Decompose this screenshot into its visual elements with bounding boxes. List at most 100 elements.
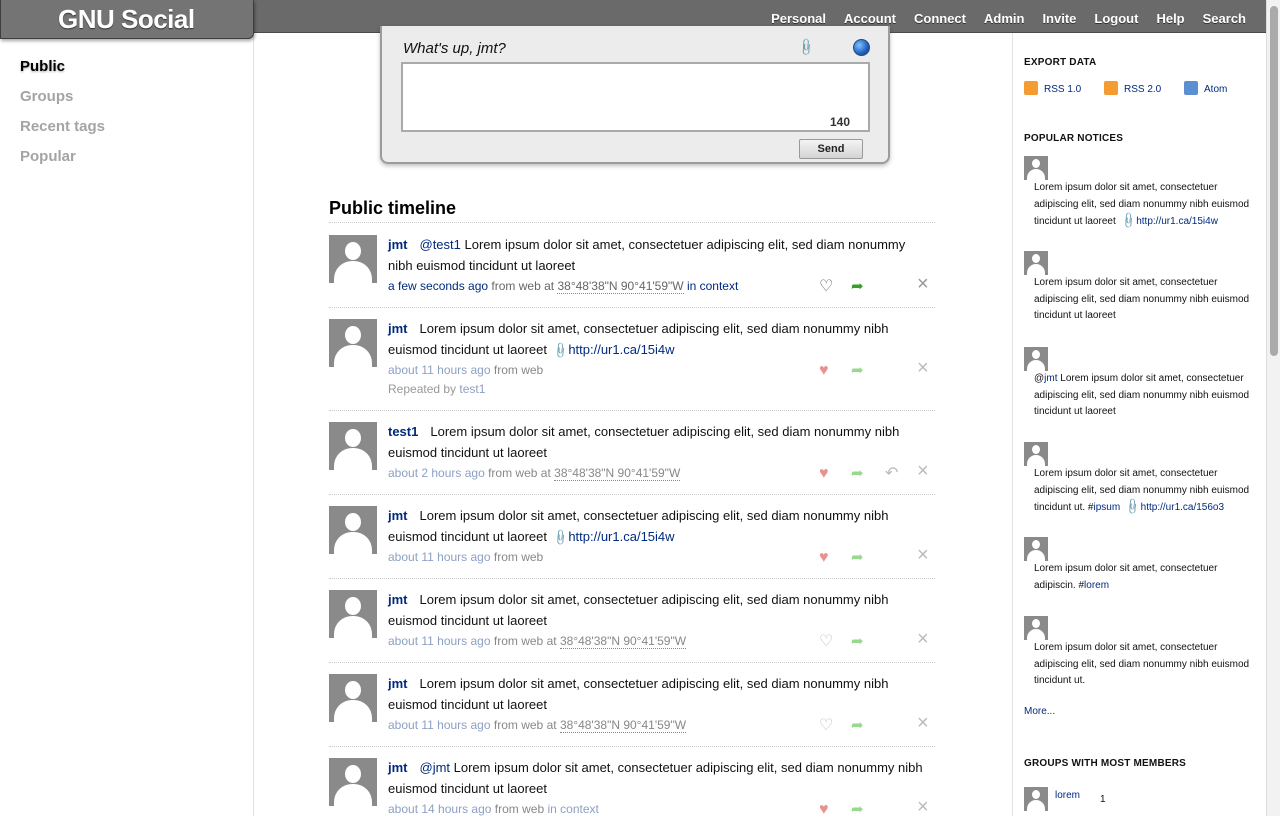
repeat-icon[interactable]: ➦ <box>851 718 864 734</box>
sidebar-item-public[interactable]: Public <box>20 58 65 75</box>
avatar[interactable] <box>1024 537 1048 561</box>
repeat-icon[interactable]: ➦ <box>851 550 864 566</box>
avatar[interactable] <box>1024 251 1048 275</box>
avatar[interactable] <box>329 319 377 367</box>
repeat-icon[interactable]: ➦ <box>851 634 864 650</box>
avatar[interactable] <box>1024 616 1048 640</box>
notice-author[interactable]: jmt <box>388 508 408 523</box>
nav-admin[interactable]: Admin <box>984 11 1024 26</box>
scrollbar[interactable] <box>1266 0 1280 816</box>
context-link[interactable]: in context <box>687 279 738 293</box>
popular-link[interactable]: http://ur1.ca/156o3 <box>1141 502 1224 513</box>
repeat-icon[interactable]: ➦ <box>851 279 864 295</box>
paperclip-icon[interactable]: 📎 <box>796 37 816 57</box>
notice-content: jmt Lorem ipsum dolor sit amet, consectet… <box>388 590 928 631</box>
geo-location[interactable]: 38°48'38"N 90°41'59"W <box>557 279 684 294</box>
paperclip-icon: 📎 <box>1122 497 1142 517</box>
send-button[interactable]: Send <box>799 139 863 159</box>
reply-icon[interactable]: ↶ <box>885 466 898 482</box>
delete-icon[interactable]: × <box>917 713 929 733</box>
delete-icon[interactable]: × <box>917 358 929 378</box>
nav-help[interactable]: Help <box>1156 11 1184 26</box>
sidebar-item-groups[interactable]: Groups <box>20 88 73 105</box>
avatar[interactable] <box>329 422 377 470</box>
feed-rss1-link[interactable]: RSS 1.0 <box>1044 84 1081 95</box>
mention-link[interactable]: jmt <box>1044 373 1057 384</box>
timestamp-link[interactable]: a few seconds ago <box>388 279 488 293</box>
delete-icon[interactable]: × <box>917 274 929 294</box>
nav-personal[interactable]: Personal <box>771 11 826 26</box>
nav-search[interactable]: Search <box>1203 11 1246 26</box>
notice-link[interactable]: http://ur1.ca/15i4w <box>568 529 674 544</box>
avatar[interactable] <box>329 506 377 554</box>
timestamp-link[interactable]: about 11 hours ago <box>388 718 491 732</box>
delete-icon[interactable]: × <box>917 461 929 481</box>
hashtag-link[interactable]: lorem <box>1084 580 1109 591</box>
notice-author[interactable]: jmt <box>388 237 408 252</box>
feed-atom-link[interactable]: Atom <box>1204 84 1227 95</box>
favorite-icon[interactable]: ♥ <box>819 363 829 379</box>
feed-rss2-link[interactable]: RSS 2.0 <box>1124 84 1161 95</box>
avatar[interactable] <box>1024 347 1048 371</box>
group-name[interactable]: lorem <box>1055 790 1080 801</box>
notice-author[interactable]: jmt <box>388 760 408 775</box>
avatar[interactable] <box>1024 156 1048 180</box>
globe-icon[interactable] <box>853 39 870 56</box>
repeat-icon[interactable]: ➦ <box>851 363 864 379</box>
sidebar-item-popular[interactable]: Popular <box>20 148 76 165</box>
notice-author[interactable]: jmt <box>388 592 408 607</box>
delete-icon[interactable]: × <box>917 545 929 565</box>
notice-prompt: What's up, jmt? <box>403 40 506 57</box>
avatar[interactable] <box>329 235 377 283</box>
favorite-icon[interactable]: ♥ <box>819 550 829 566</box>
avatar[interactable] <box>1024 787 1048 811</box>
timestamp-link[interactable]: about 2 hours ago <box>388 466 485 480</box>
hashtag-link[interactable]: ipsum <box>1093 502 1120 513</box>
feed-atom[interactable]: Atom <box>1184 81 1227 95</box>
popular-notice-text: Lorem ipsum dolor sit amet, consectetuer… <box>1034 561 1259 594</box>
timestamp-link[interactable]: about 11 hours ago <box>388 363 491 377</box>
sidebar-item-recent-tags[interactable]: Recent tags <box>20 118 105 135</box>
geo-location[interactable]: 38°48'38"N 90°41'59"W <box>559 718 687 733</box>
timestamp-link[interactable]: about 14 hours ago <box>388 802 491 816</box>
geo-location[interactable]: 38°48'38"N 90°41'59"W <box>559 634 687 649</box>
repeat-icon[interactable]: ➦ <box>851 466 864 482</box>
avatar[interactable] <box>329 758 377 806</box>
notice-content: jmt Lorem ipsum dolor sit amet, consectet… <box>388 674 928 715</box>
scroll-thumb[interactable] <box>1270 6 1278 356</box>
delete-icon[interactable]: × <box>917 797 929 817</box>
notice-author[interactable]: test1 <box>388 424 418 439</box>
favorite-icon[interactable]: ♡ <box>819 634 833 650</box>
notice-link[interactable]: http://ur1.ca/15i4w <box>568 342 674 357</box>
notice-source: from web <box>493 363 544 377</box>
notice-form: What's up, jmt? 📎 140 Send <box>380 26 890 164</box>
repeated-by-user[interactable]: test1 <box>459 382 485 396</box>
favorite-icon[interactable]: ♥ <box>819 466 829 482</box>
nav-connect[interactable]: Connect <box>914 11 966 26</box>
nav-logout[interactable]: Logout <box>1094 11 1138 26</box>
notice-author[interactable]: jmt <box>388 321 408 336</box>
nav-invite[interactable]: Invite <box>1042 11 1076 26</box>
feed-rss1[interactable]: RSS 1.0 <box>1024 81 1081 95</box>
notice-textarea[interactable] <box>401 62 870 132</box>
avatar[interactable] <box>1024 442 1048 466</box>
geo-location[interactable]: 38°48'38"N 90°41'59"W <box>554 466 681 481</box>
favorite-icon[interactable]: ♡ <box>819 718 833 734</box>
site-logo[interactable]: GNU Social <box>0 0 254 39</box>
timestamp-link[interactable]: about 11 hours ago <box>388 550 491 564</box>
context-link[interactable]: in context <box>547 802 598 816</box>
favorite-icon[interactable]: ♡ <box>819 279 833 295</box>
popular-link[interactable]: http://ur1.ca/15i4w <box>1136 216 1218 227</box>
avatar[interactable] <box>329 590 377 638</box>
rss-icon <box>1104 81 1118 95</box>
nav-account[interactable]: Account <box>844 11 896 26</box>
mention-link[interactable]: @test1 <box>420 237 461 252</box>
mention-link[interactable]: @jmt <box>420 760 451 775</box>
timestamp-link[interactable]: about 11 hours ago <box>388 634 491 648</box>
notice-text: Lorem ipsum dolor sit amet, consectetuer… <box>388 592 889 628</box>
feed-rss2[interactable]: RSS 2.0 <box>1104 81 1161 95</box>
delete-icon[interactable]: × <box>917 629 929 649</box>
more-link[interactable]: More... <box>1024 706 1055 717</box>
avatar[interactable] <box>329 674 377 722</box>
notice-author[interactable]: jmt <box>388 676 408 691</box>
